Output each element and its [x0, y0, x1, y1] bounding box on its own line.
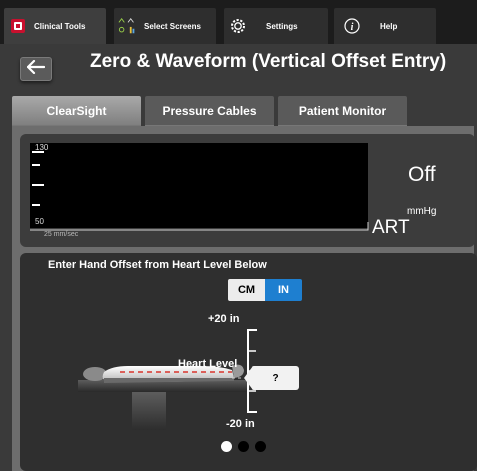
channel-label: ART	[372, 217, 410, 238]
tab-patient-monitor[interactable]: Patient Monitor	[278, 96, 407, 126]
info-icon: i	[342, 16, 362, 36]
scale-top-label: +20 in	[208, 313, 240, 325]
sweep-speed-label: 25 mm/sec	[44, 231, 79, 238]
scale-tick	[32, 204, 40, 206]
nav-tab-label: Settings	[266, 21, 298, 31]
scale-high-label: 130	[35, 143, 49, 152]
scale-low-label: 50	[35, 217, 44, 226]
nav-tab-label: Clinical Tools	[34, 21, 86, 31]
page-dot-2[interactable]	[238, 441, 249, 452]
nav-tab-clinical-tools[interactable]: Clinical Tools	[4, 8, 106, 44]
unit-cm-button[interactable]: CM	[228, 279, 265, 301]
tab-pressure-cables[interactable]: Pressure Cables	[145, 96, 274, 126]
screen: Clinical Tools Select Screens Settings i…	[0, 0, 477, 471]
pressure-unit: mmHg	[407, 206, 437, 217]
unit-toggle: CM IN	[228, 279, 302, 301]
waveform-display	[30, 143, 368, 228]
page-dot-3[interactable]	[255, 441, 266, 452]
scale-tick	[32, 184, 44, 186]
unit-in-button[interactable]: IN	[265, 279, 302, 301]
page-title: Zero & Waveform (Vertical Offset Entry)	[90, 51, 447, 72]
back-arrow-icon	[26, 59, 46, 79]
back-button[interactable]	[20, 57, 52, 81]
offset-value-button[interactable]: ?	[252, 366, 299, 390]
select-screens-icon	[118, 16, 138, 36]
svg-text:i: i	[351, 22, 354, 33]
heart-level-label: Heart Level	[178, 358, 238, 370]
title-bar: Zero & Waveform (Vertical Offset Entry)	[0, 44, 477, 94]
top-navigation: Clinical Tools Select Screens Settings i…	[0, 0, 477, 44]
nav-tab-help[interactable]: i Help	[334, 8, 436, 44]
gear-icon	[228, 16, 248, 36]
scale-tick	[32, 164, 40, 166]
status-value: Off	[408, 163, 436, 186]
tab-clearsight[interactable]: ClearSight	[12, 96, 141, 126]
nav-tab-label: Select Screens	[144, 21, 201, 31]
nav-tab-settings[interactable]: Settings	[224, 8, 328, 44]
scale-bottom-label: -20 in	[226, 418, 255, 430]
nav-tab-select-screens[interactable]: Select Screens	[114, 8, 216, 44]
nav-tab-label: Help	[380, 21, 398, 31]
offset-instruction: Enter Hand Offset from Heart Level Below	[48, 259, 267, 271]
clinical-tools-icon	[8, 16, 28, 36]
page-dot-1[interactable]	[221, 441, 232, 452]
